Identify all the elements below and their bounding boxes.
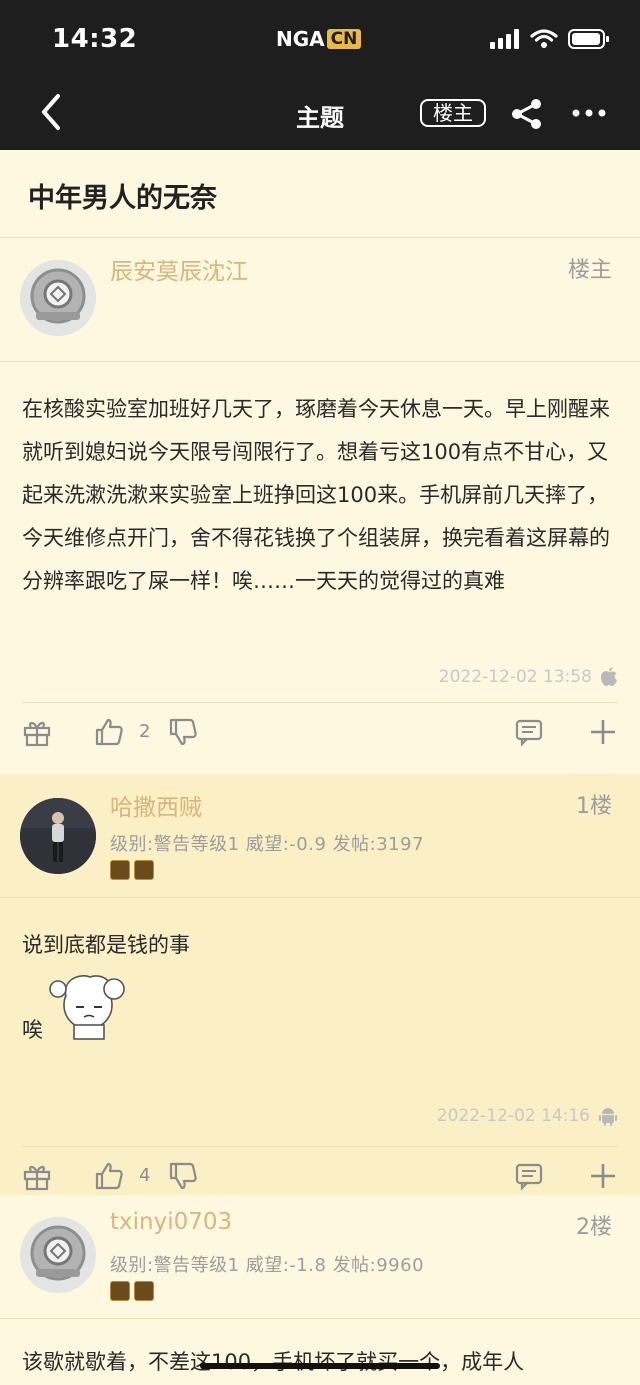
post-meta: 2022-12-02 13:58 xyxy=(0,652,640,702)
signal-icon xyxy=(490,29,519,49)
logo-text: NGA xyxy=(276,27,325,51)
status-time: 14:32 xyxy=(52,24,138,54)
thumbs-down-icon[interactable] xyxy=(168,717,198,747)
default-avatar-icon xyxy=(20,260,96,336)
default-avatar-icon xyxy=(20,1217,96,1293)
post-content: 在核酸实验室加班好几天了，琢磨着今天休息一天。早上刚醒来就听到媳妇说今天限号闯限… xyxy=(22,397,610,593)
post-time: 2022-12-02 13:58 xyxy=(438,667,592,687)
gift-icon[interactable] xyxy=(22,1161,52,1191)
post-meta: 2022-12-02 14:16 xyxy=(0,1086,640,1146)
wifi-icon xyxy=(530,29,558,48)
avatar[interactable] xyxy=(20,798,96,874)
badge-icon xyxy=(110,1281,130,1301)
apple-icon xyxy=(601,667,617,686)
post-time: 2022-12-02 14:16 xyxy=(436,1106,590,1126)
more-icon[interactable] xyxy=(572,104,606,122)
username[interactable]: 辰安莫辰沈江 xyxy=(110,252,248,286)
like-count: 4 xyxy=(139,1165,151,1186)
floor-label: 1楼 xyxy=(576,794,612,819)
like-count: 2 xyxy=(139,721,151,742)
username[interactable]: 哈撒西贼 xyxy=(110,788,202,822)
anime-sticker xyxy=(49,975,125,1040)
top-bar: 14:32 NGA CN 主题 楼主 xyxy=(0,0,640,150)
comment-icon[interactable] xyxy=(514,717,544,747)
status-icons xyxy=(490,28,610,50)
op-only-button[interactable]: 楼主 xyxy=(420,99,486,127)
nav-title: 主题 xyxy=(296,104,344,132)
badge-icon xyxy=(134,1281,154,1301)
avatar[interactable] xyxy=(20,260,96,336)
user-photo xyxy=(20,798,96,874)
avatar[interactable] xyxy=(20,1217,96,1293)
share-icon[interactable] xyxy=(510,98,544,130)
android-icon xyxy=(599,1108,617,1126)
post-header: txinyi0703 2楼 级别:警告等级1 威望:-1.8 发帖:9960 xyxy=(0,1195,640,1319)
thumbs-down-icon[interactable] xyxy=(168,1161,198,1191)
user-badges xyxy=(110,860,154,880)
post-text: 说到底都是钱的事 xyxy=(22,933,190,957)
badge-icon xyxy=(134,860,154,880)
post-reply-1: 哈撒西贼 1楼 级别:警告等级1 威望:-0.9 发帖:3197 说到底都是钱的… xyxy=(0,774,640,1195)
plus-icon[interactable] xyxy=(588,717,618,747)
post-header: 哈撒西贼 1楼 级别:警告等级1 威望:-0.9 发帖:3197 xyxy=(0,774,640,898)
floor-label: 楼主 xyxy=(567,258,612,283)
username[interactable]: txinyi0703 xyxy=(110,1209,232,1235)
post-op: 辰安莫辰沈江 楼主 在核酸实验室加班好几天了，琢磨着今天休息一天。早上刚醒来就听… xyxy=(0,238,640,774)
user-badges xyxy=(110,1281,154,1301)
thread-title: 中年男人的无奈 xyxy=(0,150,640,238)
post-header: 辰安莫辰沈江 楼主 xyxy=(0,238,640,362)
logo-badge: CN xyxy=(326,29,362,49)
post-sticker-line: 唉 xyxy=(22,967,618,1057)
plus-icon[interactable] xyxy=(588,1161,618,1191)
post-reply-2: txinyi0703 2楼 级别:警告等级1 威望:-1.8 发帖:9960 该… xyxy=(0,1195,640,1385)
gift-icon[interactable] xyxy=(22,717,52,747)
user-meta: 级别:警告等级1 威望:-1.8 发帖:9960 xyxy=(110,1255,425,1276)
post-content: 说到底都是钱的事 唉 xyxy=(0,898,640,1086)
post-content: 该歇就歇着，不差这100，手机坏了就买一个，成年人 xyxy=(22,1350,525,1374)
home-indicator xyxy=(200,1363,440,1369)
post-text: 唉 xyxy=(22,1018,43,1042)
badge-icon xyxy=(110,860,130,880)
user-meta: 级别:警告等级1 威望:-0.9 发帖:3197 xyxy=(110,834,425,855)
thumbs-up-icon[interactable] xyxy=(94,1161,124,1191)
battery-icon xyxy=(568,29,609,49)
app-logo: NGA CN xyxy=(276,27,362,51)
floor-label: 2楼 xyxy=(576,1215,612,1240)
post-actions: 2 xyxy=(22,702,618,762)
thumbs-up-icon[interactable] xyxy=(94,717,124,747)
comment-icon[interactable] xyxy=(514,1161,544,1191)
